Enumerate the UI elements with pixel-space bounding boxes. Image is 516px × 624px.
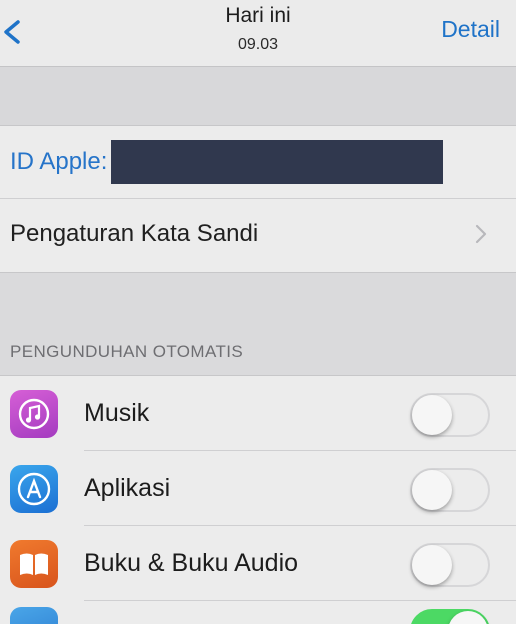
detail-button[interactable]: Detail xyxy=(441,16,500,43)
navigation-bar: Hari ini 09.03 Detail xyxy=(0,0,516,67)
updates-row xyxy=(0,601,516,624)
toggle-knob xyxy=(412,395,452,435)
app-store-icon xyxy=(10,607,58,624)
music-toggle[interactable] xyxy=(410,393,490,437)
books-row: Buku & Buku Audio xyxy=(0,526,516,601)
books-toggle[interactable] xyxy=(410,543,490,587)
apple-id-label: ID Apple: xyxy=(10,148,108,175)
password-settings-label: Pengaturan Kata Sandi xyxy=(10,220,259,247)
auto-downloads-group: Musik Aplikasi Buku & Buku Audio xyxy=(0,375,516,624)
nav-subtitle: 09.03 xyxy=(237,36,279,53)
books-icon xyxy=(10,539,58,588)
toggle-knob xyxy=(412,470,452,510)
music-row: Musik xyxy=(0,376,516,451)
toggle-knob xyxy=(448,611,488,624)
apple-id-redacted-value xyxy=(111,140,444,184)
group-spacer xyxy=(0,67,516,125)
nav-title: Hari ini xyxy=(225,4,291,27)
apps-label: Aplikasi xyxy=(84,474,171,502)
apps-toggle[interactable] xyxy=(410,468,490,512)
settings-screen: Hari ini 09.03 Detail ID Apple: Pengatur… xyxy=(0,0,516,624)
updates-toggle[interactable] xyxy=(410,609,490,624)
apple-id-row[interactable]: ID Apple: xyxy=(0,126,516,198)
chevron-right-icon xyxy=(475,224,487,244)
music-icon xyxy=(10,389,58,438)
music-label: Musik xyxy=(84,399,150,427)
books-label: Buku & Buku Audio xyxy=(84,549,299,577)
app-store-icon xyxy=(10,464,58,513)
password-settings-row[interactable]: Pengaturan Kata Sandi xyxy=(0,198,516,270)
toggle-knob xyxy=(412,545,452,585)
apps-row: Aplikasi xyxy=(0,451,516,526)
auto-downloads-header: PENGUNDUHAN OTOMATIS xyxy=(10,342,244,361)
account-group: ID Apple: Pengaturan Kata Sandi xyxy=(0,125,516,273)
